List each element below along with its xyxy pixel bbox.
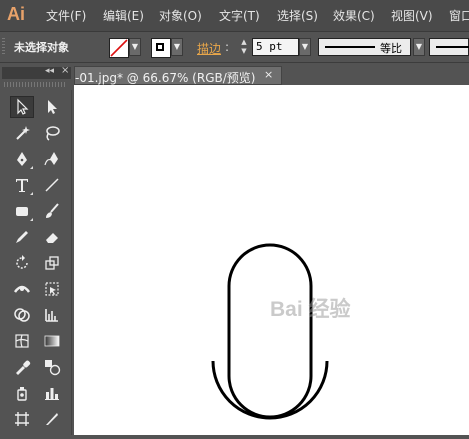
column-graph-icon (45, 388, 59, 400)
direct-selection-tool[interactable] (40, 96, 64, 118)
close-document-icon[interactable]: × (264, 68, 273, 81)
rotate-icon (16, 255, 28, 269)
blend-tool[interactable] (40, 356, 64, 378)
graph-tool-alt[interactable] (40, 304, 64, 326)
flyout-indicator-icon (30, 218, 33, 221)
pencil-tool[interactable] (10, 226, 34, 248)
profile-label: 等比 (380, 42, 402, 55)
slice-knife-icon (46, 413, 58, 425)
stroke-panel-link[interactable]: 描边 (197, 40, 221, 57)
pencil-icon (16, 231, 28, 243)
selection-status: 未选择对象 (14, 41, 69, 54)
scale-tool[interactable] (40, 252, 64, 274)
profile-preview-line (325, 46, 375, 48)
variable-width-profile[interactable]: 等比 (318, 38, 411, 56)
close-panel-icon[interactable]: × (61, 65, 69, 76)
artboard-icon (15, 412, 29, 426)
magic-wand-tool[interactable] (10, 122, 34, 144)
stroke-swatch[interactable] (151, 38, 171, 58)
watermark-text: Bai 经验 (270, 298, 351, 321)
control-bar: 未选择对象 ▼ ▼ 描边 : ▲ ▼ 5 pt ▼ 等比 ▼ (0, 32, 469, 63)
perspective-grid-icon (45, 309, 58, 322)
stroke-label-colon: : (225, 40, 230, 54)
menu-view[interactable]: 视图(V) (391, 7, 433, 24)
menu-edit[interactable]: 编辑(E) (103, 7, 144, 24)
eyedropper-icon (16, 360, 31, 375)
microphone-artwork[interactable] (74, 85, 469, 435)
lasso-tool[interactable] (40, 122, 64, 144)
curvature-tool[interactable] (40, 148, 64, 170)
slice-tool[interactable] (40, 408, 64, 430)
width-tool[interactable] (10, 278, 34, 300)
symbol-sprayer-tool[interactable] (10, 382, 34, 404)
profile-dropdown[interactable]: ▼ (413, 38, 425, 56)
blend-icon (45, 360, 61, 376)
scale-icon (45, 256, 59, 270)
selection-tool[interactable] (10, 96, 34, 118)
stroke-weight-input[interactable]: 5 pt (252, 38, 299, 56)
stroke-weight-stepper[interactable]: ▲ ▼ (237, 38, 251, 57)
column-graph-tool[interactable] (40, 382, 64, 404)
stepper-down-icon[interactable]: ▼ (237, 47, 251, 56)
menu-file[interactable]: 文件(F) (46, 7, 86, 24)
panel-grip[interactable] (2, 38, 5, 56)
menu-type[interactable]: 文字(T) (219, 7, 260, 24)
rotate-tool[interactable] (10, 252, 34, 274)
line-segment-icon (45, 178, 59, 192)
line-segment-tool[interactable] (40, 174, 64, 196)
fill-dropdown[interactable]: ▼ (129, 38, 141, 56)
eraser-tool[interactable] (40, 226, 64, 248)
document-tab[interactable]: -01.jpg* @ 66.67% (RGB/预览) × (74, 66, 282, 85)
free-transform-icon (45, 282, 59, 296)
direct-selection-arrow-icon (48, 100, 57, 114)
shape-builder-icon (14, 308, 30, 322)
pen-tool[interactable] (10, 148, 34, 170)
menu-window[interactable]: 窗口 (449, 7, 469, 24)
artboard-tool[interactable] (10, 408, 34, 430)
app-logo: Ai (7, 4, 25, 24)
shape-builder-tool[interactable] (10, 304, 34, 326)
type-t-icon (16, 179, 28, 192)
magic-wand-icon (16, 126, 30, 140)
selection-arrow-icon (17, 98, 29, 115)
paintbrush-icon (46, 203, 59, 218)
free-transform-tool[interactable] (40, 278, 64, 300)
gradient-icon (44, 335, 60, 347)
eyedropper-tool[interactable] (10, 356, 34, 378)
type-tool[interactable] (10, 174, 34, 196)
rectangle-tool[interactable] (10, 200, 34, 222)
pen-nib-icon (17, 152, 27, 166)
menu-select[interactable]: 选择(S) (277, 7, 318, 24)
tools-panel-header: ◂◂ × (2, 65, 71, 79)
menu-object[interactable]: 对象(O) (159, 7, 202, 24)
mesh-tool[interactable] (10, 330, 34, 352)
tools-panel (2, 90, 72, 435)
menu-bar: Ai 文件(F) 编辑(E) 对象(O) 文字(T) 选择(S) 效果(C) 视… (0, 0, 469, 32)
eraser-icon (46, 233, 58, 243)
brush-preview-line (436, 46, 469, 48)
flyout-indicator-icon (30, 192, 33, 195)
tools-panel-grip[interactable] (4, 82, 66, 87)
stepper-up-icon[interactable]: ▲ (237, 38, 251, 47)
artboard-canvas[interactable] (74, 85, 469, 435)
brush-definition[interactable] (429, 38, 469, 56)
width-tool-icon (13, 285, 31, 293)
menu-effect[interactable]: 效果(C) (333, 7, 375, 24)
fill-swatch[interactable] (109, 38, 129, 58)
microphone-capsule-shape[interactable] (227, 243, 313, 419)
mesh-icon (15, 334, 29, 348)
no-fill-icon (110, 39, 128, 57)
gradient-tool[interactable] (40, 330, 64, 352)
lasso-icon (46, 126, 60, 141)
curvature-pen-icon (44, 152, 58, 166)
stroke-weight-dropdown[interactable]: ▼ (299, 38, 311, 56)
stroke-dropdown[interactable]: ▼ (171, 38, 183, 56)
rounded-rectangle-icon (16, 207, 28, 216)
document-tab-title: -01.jpg* @ 66.67% (RGB/预览) (75, 71, 256, 85)
collapse-panel-icon[interactable]: ◂◂ (45, 66, 54, 76)
symbol-sprayer-icon (17, 387, 27, 401)
paintbrush-tool[interactable] (40, 200, 64, 222)
flyout-indicator-icon (30, 166, 33, 169)
